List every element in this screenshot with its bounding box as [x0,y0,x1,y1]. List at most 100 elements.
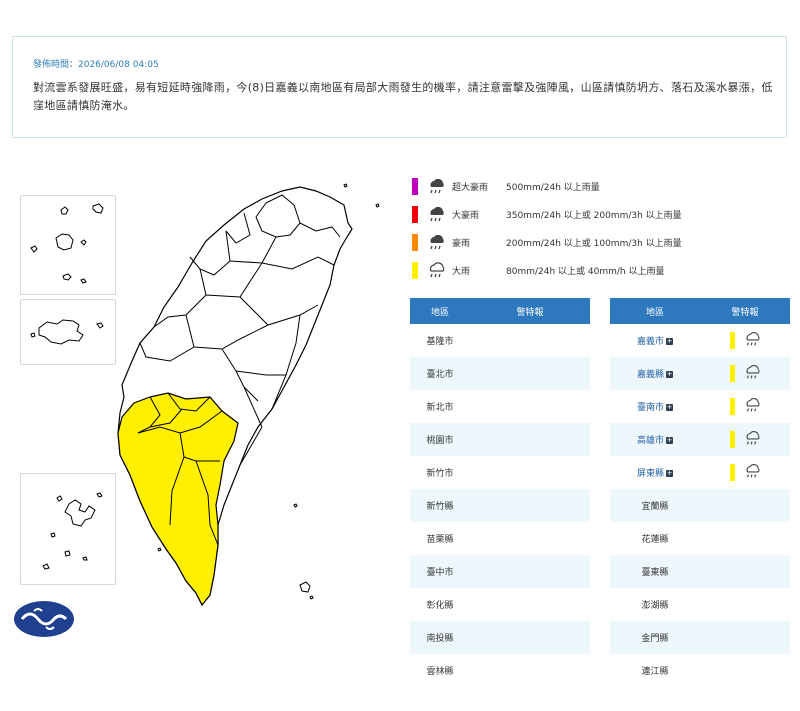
legend-level: 豪雨 [452,238,471,249]
table-row: 雲林縣 [410,654,590,687]
issue-time: 發佈時間：2026/06/08 04:05 [33,60,159,70]
region-label: 高雄市 [636,436,664,446]
expand-plus-icon[interactable]: + [666,404,673,411]
region-name: 苗栗縣 [426,535,454,545]
legend-row-torrential: 大豪雨 350mm/24h 以上或 200mm/3h 以上雨量 [412,204,682,224]
region-label: 臺南市 [636,403,664,413]
legend-desc: 500mm/24h 以上雨量 [506,182,600,193]
rain-cloud-icon [430,206,444,222]
table-row: 基隆市 [410,324,590,357]
table-row: 宜蘭縣 [610,489,790,522]
legend-swatch [412,205,418,223]
region-label: 花蓮縣 [641,535,669,545]
expand-plus-icon[interactable]: + [666,371,673,378]
table-row[interactable]: 嘉義市 + [610,324,790,357]
header-region: 地區 [430,307,449,318]
table-row: 彰化縣 [410,588,590,621]
legend-level: 大雨 [452,266,471,277]
heavy-rain-swatch [729,332,735,349]
table-row: 新北市 [410,390,590,423]
table-header: 地區 警特報 [610,298,790,324]
region-name: 南投縣 [426,634,454,644]
region-label: 澎湖縣 [641,601,669,611]
table-row: 臺北市 [410,357,590,390]
region-name: 宜蘭縣 [610,499,700,512]
table-row: 臺東縣 [610,555,790,588]
header-warning: 警特報 [516,307,544,318]
region-name: 臺中市 [426,568,454,578]
region-label: 連江縣 [641,667,669,677]
rain-cloud-outline-icon [743,363,761,384]
region-name: 雲林縣 [426,667,454,677]
region-name: 連江縣 [610,664,700,677]
region-name: 彰化縣 [426,601,454,611]
legend-swatch [412,233,418,251]
region-label: 宜蘭縣 [641,502,669,512]
table-row: 新竹市 [410,456,590,489]
region-name: 新竹市 [426,469,454,479]
table-header: 地區 警特報 [410,298,590,324]
table-row: 桃園市 [410,423,590,456]
legend-level: 超大豪雨 [452,182,489,193]
legend-desc: 200mm/24h 以上或 100mm/3h 以上雨量 [506,238,682,249]
rain-cloud-icon [430,178,444,194]
taiwan-outline [14,183,380,637]
region-table-left: 地區 警特報 基隆市臺北市新北市桃園市新竹市新竹縣苗栗縣臺中市彰化縣南投縣雲林縣 [410,298,590,687]
legend-row-extremely-heavy: 豪雨 200mm/24h 以上或 100mm/3h 以上雨量 [412,232,682,252]
legend-desc: 80mm/24h 以上或 40mm/h 以上雨量 [506,266,665,277]
warning-indicator [700,363,790,384]
expand-plus-icon[interactable]: + [666,338,673,345]
legend-level: 大豪雨 [452,210,480,221]
warning-description: 對流雲系發展旺盛，易有短延時強降雨，今(8)日嘉義以南地區有局部大雨發生的機率，… [33,81,773,112]
region-name: 桃園市 [426,436,454,446]
taiwan-rain-map [0,165,400,711]
warning-indicator [700,429,790,450]
region-name[interactable]: 嘉義縣 + [610,367,700,380]
table-row[interactable]: 嘉義縣 + [610,357,790,390]
table-row: 南投縣 [410,621,590,654]
rain-cloud-outline-icon [429,262,445,278]
table-row[interactable]: 高雄市 + [610,423,790,456]
table-row: 新竹縣 [410,489,590,522]
table-row: 連江縣 [610,654,790,687]
table-row[interactable]: 屏東縣 + [610,456,790,489]
rain-cloud-outline-icon [743,429,761,450]
legend-row-extreme: 超大豪雨 500mm/24h 以上雨量 [412,176,600,196]
region-table-right: 地區 警特報 嘉義市 + 嘉義縣 + 臺南市 + 高雄市 + 屏東縣 + 宜蘭縣 花蓮縣 臺東縣 澎湖縣金… [610,298,790,687]
region-name[interactable]: 屏東縣 + [610,466,700,479]
rain-cloud-icon [430,234,444,250]
rain-cloud-outline-icon [743,462,761,483]
table-row: 花蓮縣 [610,522,790,555]
rain-cloud-outline-icon [743,396,761,417]
warning-indicator [700,462,790,483]
region-label: 嘉義市 [636,337,664,347]
expand-plus-icon[interactable]: + [666,470,673,477]
region-name[interactable]: 高雄市 + [610,433,700,446]
cwa-logo [14,601,74,637]
region-name: 澎湖縣 [610,598,700,611]
table-row: 苗栗縣 [410,522,590,555]
region-label: 嘉義縣 [636,370,664,380]
legend-row-heavy: 大雨 80mm/24h 以上或 40mm/h 以上雨量 [412,260,664,280]
heavy-rain-swatch [729,365,735,382]
region-name: 花蓮縣 [610,532,700,545]
region-name: 新竹縣 [426,502,454,512]
region-name: 臺北市 [426,370,454,380]
table-row: 臺中市 [410,555,590,588]
warning-indicator [700,330,790,351]
heavy-rain-swatch [729,431,735,448]
table-row: 金門縣 [610,621,790,654]
legend-swatch [412,261,418,279]
region-name[interactable]: 嘉義市 + [610,334,700,347]
header-warning: 警特報 [731,307,759,318]
region-label: 臺東縣 [641,568,669,578]
rain-cloud-outline-icon [743,330,761,351]
expand-plus-icon[interactable]: + [666,437,673,444]
table-row[interactable]: 臺南市 + [610,390,790,423]
region-name: 臺東縣 [610,565,700,578]
heavy-rain-swatch [729,398,735,415]
warning-indicator [700,396,790,417]
region-label: 屏東縣 [636,469,664,479]
region-name[interactable]: 臺南市 + [610,400,700,413]
legend-swatch [412,177,418,195]
